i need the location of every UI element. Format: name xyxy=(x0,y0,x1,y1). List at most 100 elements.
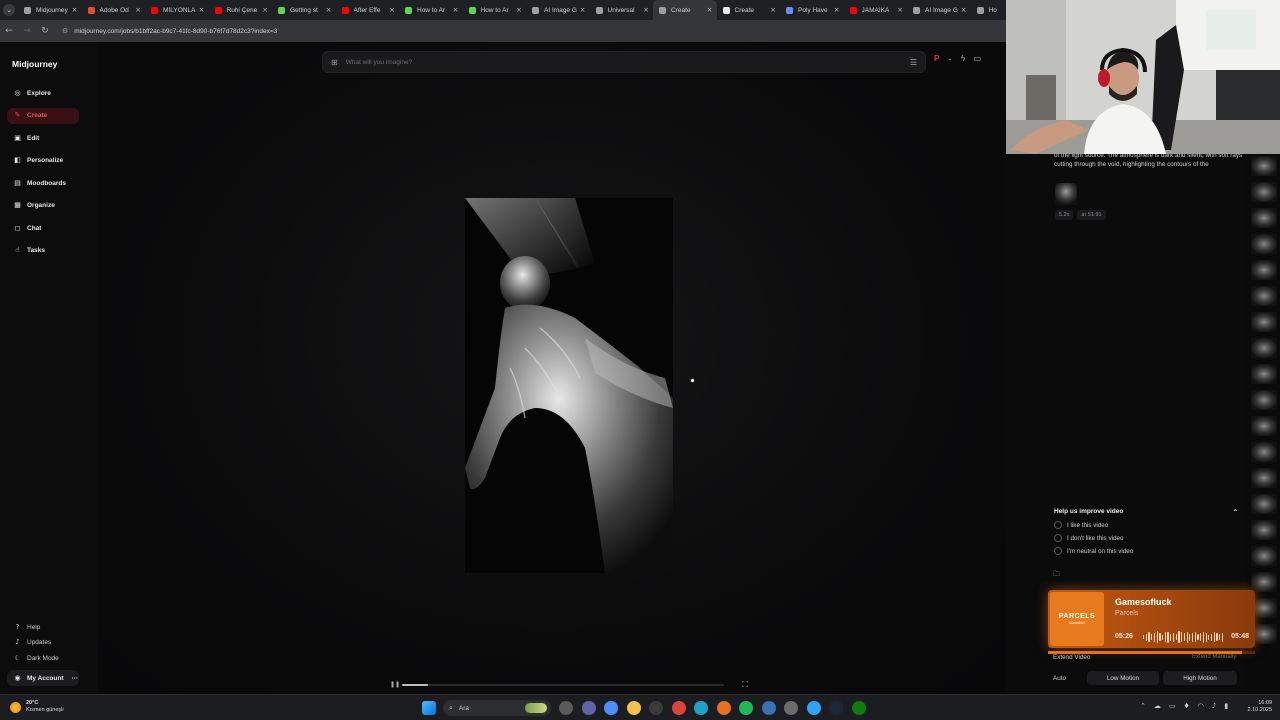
battery-icon[interactable]: ▮ xyxy=(1224,702,1228,710)
close-tab-icon[interactable]: × xyxy=(453,6,459,14)
sidebar-item-personalize[interactable]: ◧ Personalize xyxy=(7,153,79,169)
settings-icon[interactable] xyxy=(784,701,798,715)
teams-icon[interactable] xyxy=(581,701,596,715)
extend-video-label[interactable]: Extend Video xyxy=(1053,654,1090,661)
settings-sliders-icon[interactable]: ☰ xyxy=(910,58,917,67)
folder-icon[interactable]: 🗀 xyxy=(1053,570,1060,581)
browser-tab[interactable]: Getting st × xyxy=(272,0,336,20)
copilot-icon[interactable] xyxy=(604,701,618,715)
browser-tab[interactable]: Universal × xyxy=(590,0,654,20)
close-tab-icon[interactable]: × xyxy=(326,6,332,14)
close-tab-icon[interactable]: × xyxy=(580,6,586,14)
sidebar-item-dark-mode[interactable]: ☾ Dark Mode xyxy=(7,650,79,666)
radio-button[interactable] xyxy=(1054,534,1062,542)
sidebar-item-create[interactable]: ✎ Create xyxy=(7,107,79,124)
chevron-up-icon[interactable]: ⌃ xyxy=(1140,702,1146,710)
chat-mode-icon[interactable]: ▭ xyxy=(974,54,982,63)
feedback-option[interactable]: I like this video xyxy=(1054,521,1238,529)
chevron-down-icon[interactable]: ⌄ xyxy=(947,55,952,62)
history-thumbnail[interactable] xyxy=(1251,182,1277,202)
browser-tab[interactable]: Midjourney × xyxy=(18,0,82,20)
browser-tab[interactable]: AI Image G × xyxy=(526,0,590,20)
auto-button[interactable]: Auto xyxy=(1053,675,1087,682)
browser-tab[interactable]: Create × xyxy=(653,0,717,20)
job-chip[interactable]: 5.2s xyxy=(1055,210,1074,220)
close-tab-icon[interactable]: × xyxy=(199,6,205,14)
history-thumbnail[interactable] xyxy=(1251,572,1277,592)
close-tab-icon[interactable]: × xyxy=(72,6,78,14)
feedback-option[interactable]: I'm neutral on this video xyxy=(1054,547,1238,555)
history-thumbnail[interactable] xyxy=(1251,546,1277,566)
chevron-up-icon[interactable]: ⌃ xyxy=(1233,508,1238,516)
generated-image[interactable] xyxy=(465,198,673,573)
windows-start-icon[interactable] xyxy=(422,701,436,715)
close-tab-icon[interactable]: × xyxy=(516,6,522,14)
extend-manually-link[interactable]: Extend Manually xyxy=(1192,654,1236,660)
close-tab-icon[interactable]: × xyxy=(262,6,268,14)
history-thumbnail[interactable] xyxy=(1251,364,1277,384)
chrome-icon[interactable] xyxy=(671,701,686,715)
browser-tab[interactable]: MİLYONLA × xyxy=(145,0,209,20)
history-thumbnail[interactable] xyxy=(1251,338,1277,358)
store-icon[interactable] xyxy=(649,701,663,715)
history-thumbnail[interactable] xyxy=(1251,208,1277,228)
browser-tab[interactable]: Create × xyxy=(717,0,781,20)
radio-button[interactable] xyxy=(1054,521,1062,529)
image-prompt-icon[interactable]: ⊞ xyxy=(331,58,338,67)
fullscreen-icon[interactable]: ⛶ xyxy=(742,680,748,690)
back-icon[interactable]: ← xyxy=(0,26,18,36)
sidebar-item-updates[interactable]: ♪ Updates xyxy=(7,635,79,651)
weather-widget[interactable]: 20°C Kısmen güneşli xyxy=(10,700,64,714)
history-thumbnail[interactable] xyxy=(1251,494,1277,514)
chrome-profile-icon[interactable] xyxy=(716,701,731,715)
app-icon[interactable] xyxy=(761,701,776,715)
radio-button[interactable] xyxy=(1054,547,1062,555)
browser-tab[interactable]: How to Ar × xyxy=(399,0,463,20)
url-field[interactable]: ⚙ midjourney.com/jobs/b1bff2ac-b9c7-41fc… xyxy=(62,27,277,36)
sidebar-item-moodboards[interactable]: ▤ Moodboards xyxy=(7,175,79,191)
reference-thumbnail[interactable] xyxy=(1055,183,1077,205)
history-thumbnail[interactable] xyxy=(1251,156,1277,176)
reload-icon[interactable]: ↻ xyxy=(36,26,54,36)
edge-icon[interactable] xyxy=(694,701,708,715)
cloud-icon[interactable]: ☁ xyxy=(1154,702,1161,710)
tab-search-button[interactable]: ⌄ xyxy=(0,0,18,20)
file-explorer-icon[interactable] xyxy=(559,701,573,715)
scrub-track[interactable] xyxy=(402,684,724,686)
volume-icon[interactable]: ♪ xyxy=(1212,702,1216,710)
forward-icon[interactable]: → xyxy=(18,26,36,36)
browser-tab[interactable]: Ruhi Çene × xyxy=(209,0,273,20)
browser-tab[interactable]: How to Ar × xyxy=(463,0,527,20)
browser-tab[interactable]: JAMAİKA × xyxy=(844,0,908,20)
history-thumbnail[interactable] xyxy=(1251,286,1277,306)
history-thumbnail[interactable] xyxy=(1251,234,1277,254)
history-thumbnail[interactable] xyxy=(1251,390,1277,410)
sidebar-item-chat[interactable]: ◻ Chat xyxy=(7,220,79,236)
history-thumbnail[interactable] xyxy=(1251,416,1277,436)
low-motion-button[interactable]: Low Motion xyxy=(1087,671,1159,685)
close-tab-icon[interactable]: × xyxy=(135,6,141,14)
mic-icon[interactable]: ♦ xyxy=(1184,702,1190,710)
wifi-icon[interactable]: ◠ xyxy=(1198,702,1204,710)
more-options-icon[interactable]: ··· xyxy=(72,675,79,682)
close-tab-icon[interactable]: × xyxy=(707,6,713,14)
xbox-icon[interactable] xyxy=(851,701,866,715)
close-tab-icon[interactable]: × xyxy=(389,6,395,14)
photoshop-icon[interactable] xyxy=(806,701,821,715)
close-tab-icon[interactable]: × xyxy=(770,6,776,14)
steam-icon[interactable] xyxy=(829,701,843,715)
browser-tab[interactable]: AI Image G × xyxy=(907,0,971,20)
logo[interactable]: Midjourney xyxy=(12,59,57,69)
sidebar-item-explore[interactable]: ◎ Explore xyxy=(7,85,79,101)
device-icon[interactable]: ▭ xyxy=(1169,702,1176,710)
close-tab-icon[interactable]: × xyxy=(834,6,840,14)
sidebar-item-my-account[interactable]: ◉ My Account ··· xyxy=(7,670,79,686)
history-thumbnail[interactable] xyxy=(1251,520,1277,540)
personalize-toggle-icon[interactable]: P xyxy=(934,54,939,63)
spotify-icon[interactable] xyxy=(739,701,753,715)
job-chip[interactable]: ar 51:91 xyxy=(1077,210,1106,220)
close-tab-icon[interactable]: × xyxy=(961,6,967,14)
high-motion-button[interactable]: High Motion xyxy=(1163,671,1237,685)
pause-icon[interactable]: ❚❚ xyxy=(390,681,400,688)
video-scrubber[interactable]: ❚❚ ⛶ xyxy=(390,680,750,690)
